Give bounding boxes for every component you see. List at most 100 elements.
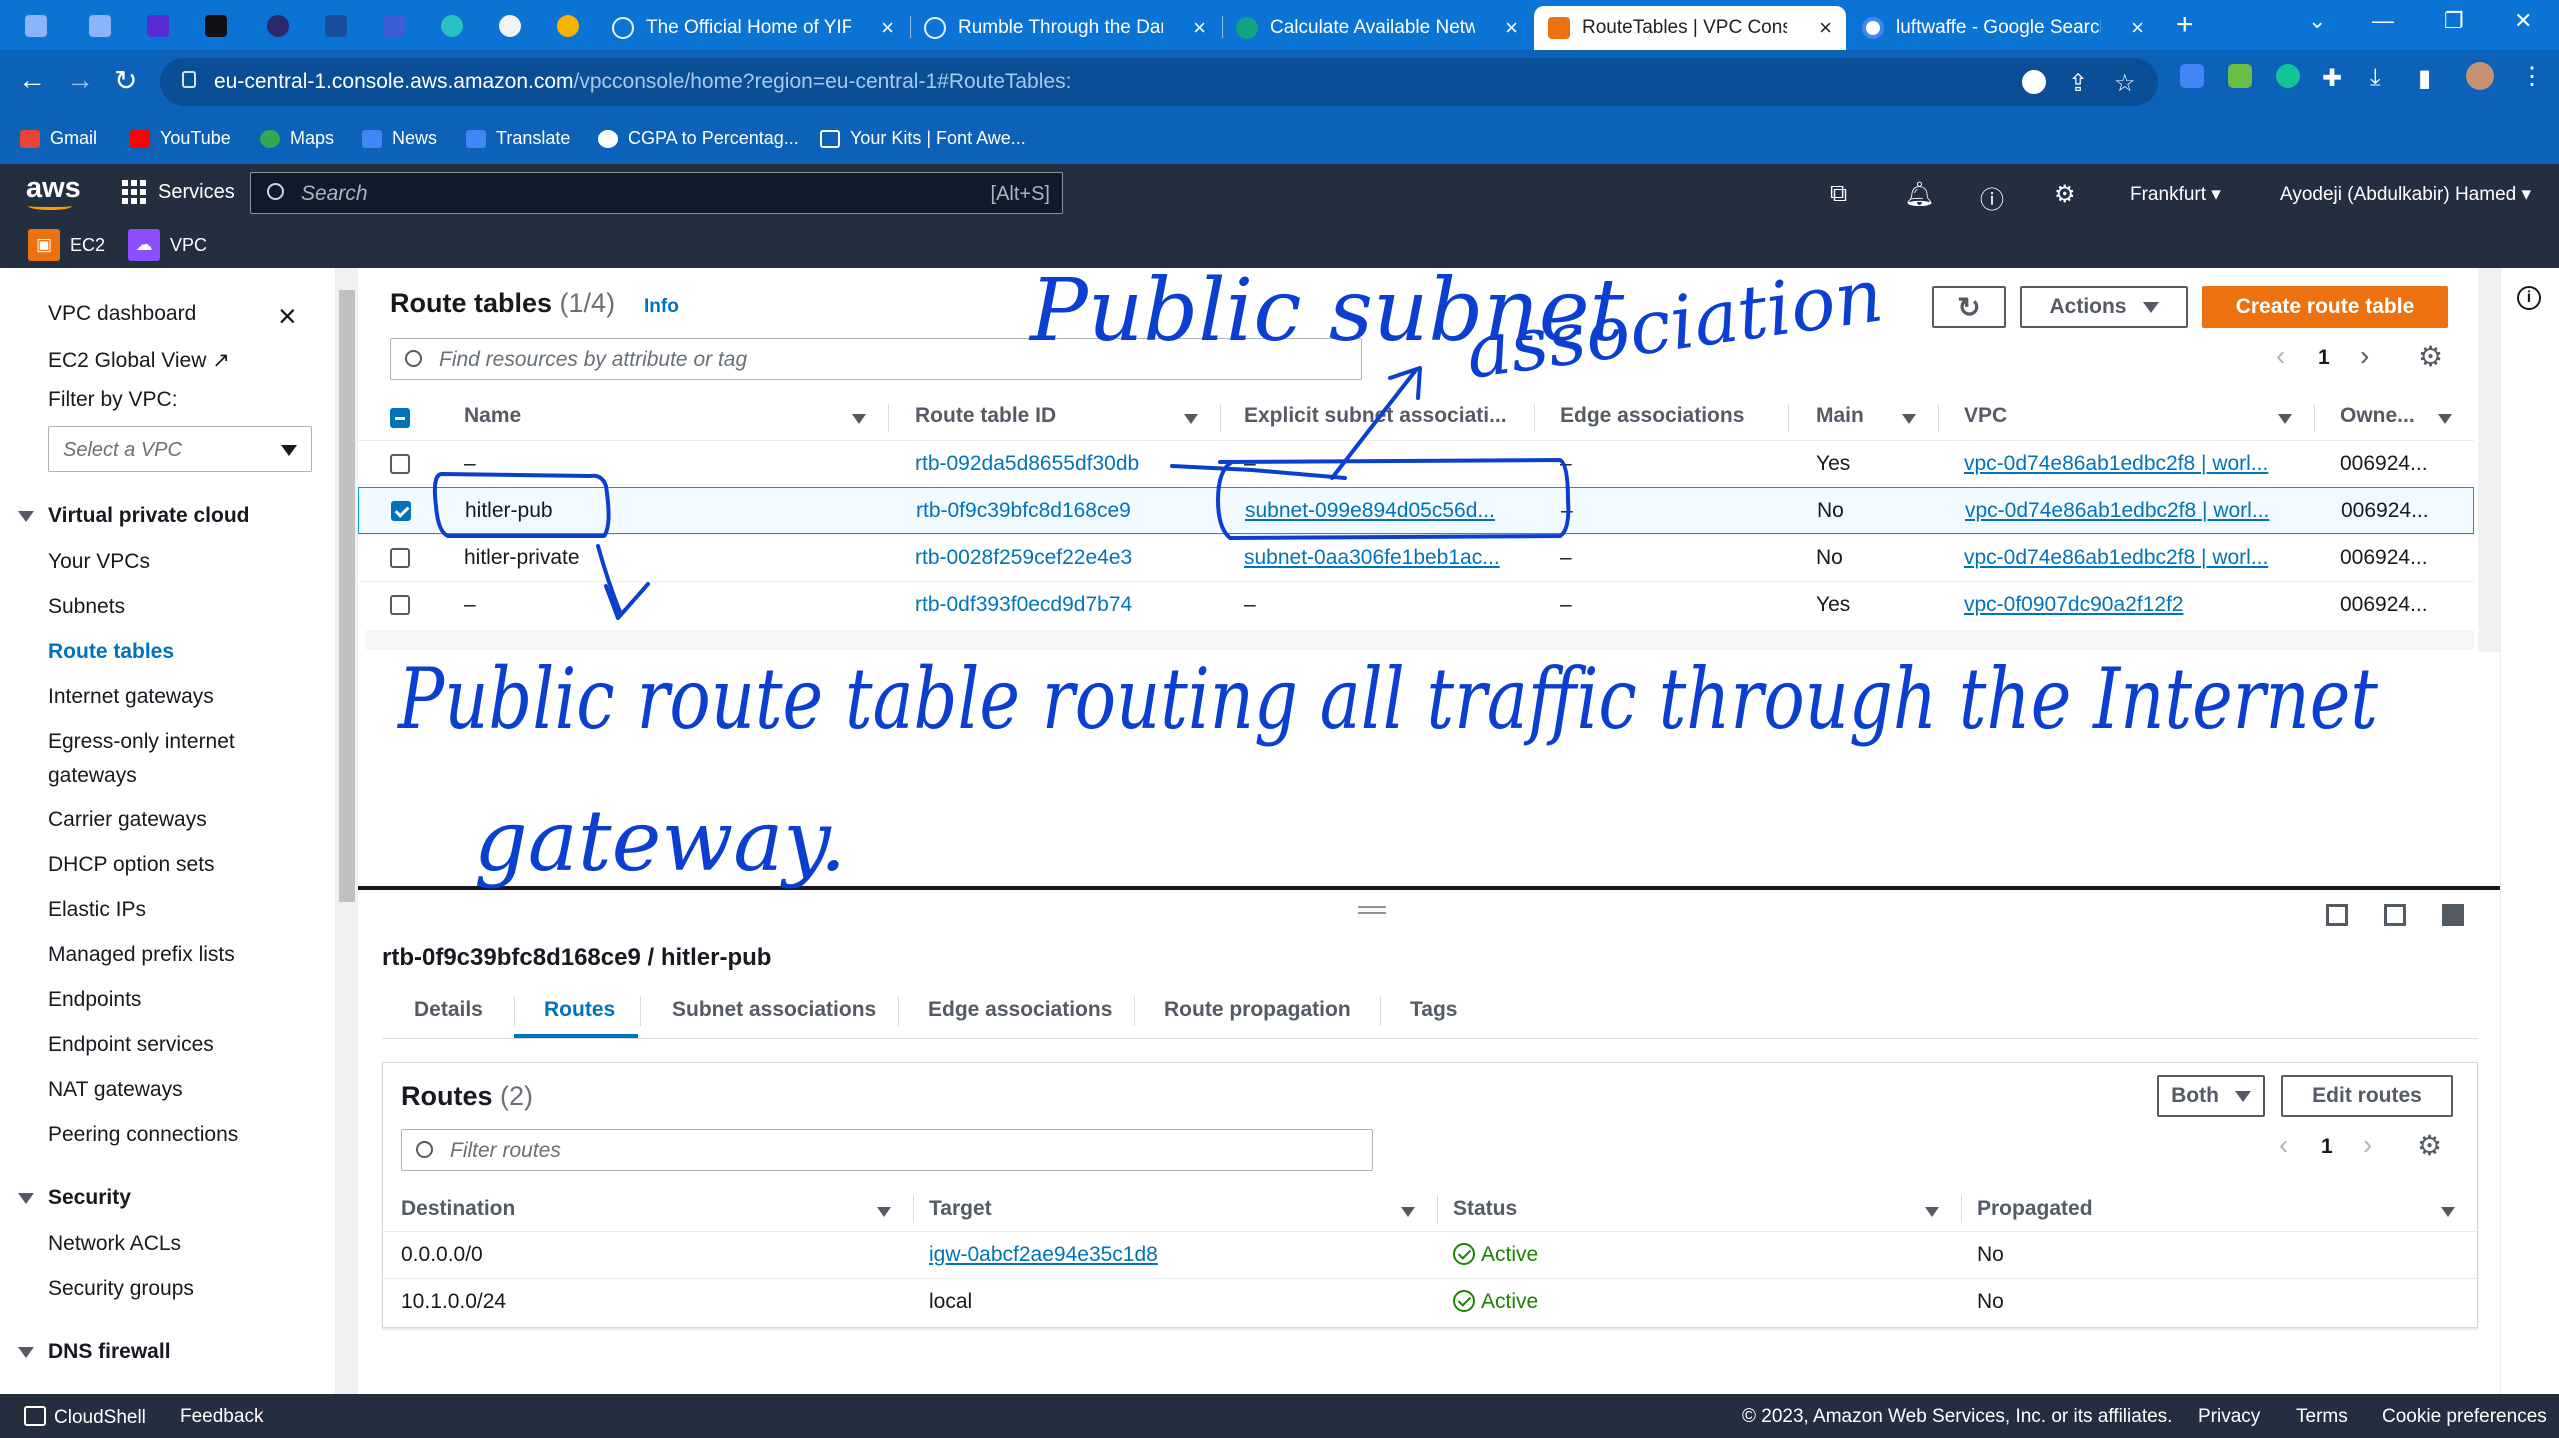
sort-icon[interactable] <box>852 414 866 424</box>
table-row[interactable]: hitler-private rtb-0028f259cef22e4e3 sub… <box>358 534 2474 581</box>
side-panel-icon[interactable]: ▮ <box>2418 64 2431 93</box>
column-header-status[interactable]: Status <box>1453 1197 1517 1221</box>
column-header-name[interactable]: Name <box>464 404 521 428</box>
sort-icon[interactable] <box>2278 414 2292 424</box>
panel-side-icon[interactable] <box>2384 904 2406 926</box>
cookie-preferences-link[interactable]: Cookie preferences <box>2382 1406 2547 1428</box>
account-menu[interactable]: Ayodeji (Abdulkabir) Hamed ▾ <box>2280 183 2531 206</box>
sidebar-item-vpc-dashboard[interactable]: VPC dashboard <box>48 302 196 326</box>
column-header-main[interactable]: Main <box>1816 404 1864 428</box>
pinned-tab-2[interactable] <box>84 10 116 42</box>
column-header-propagated[interactable]: Propagated <box>1977 1197 2093 1221</box>
bookmark-gmail[interactable]: Gmail <box>20 128 97 149</box>
sidebar-section-dns-firewall[interactable]: DNS firewall <box>18 1340 171 1364</box>
column-header-edge-associations[interactable]: Edge associations <box>1560 404 1744 428</box>
sort-icon[interactable] <box>1184 414 1198 424</box>
sort-icon[interactable] <box>1401 1207 1415 1217</box>
profile-avatar[interactable] <box>2466 62 2494 90</box>
minimize-icon[interactable]: — <box>2372 8 2394 34</box>
pinned-tab-1[interactable] <box>20 10 52 42</box>
column-header-target[interactable]: Target <box>929 1197 992 1221</box>
page-number[interactable]: 1 <box>2318 346 2330 370</box>
extension-icon[interactable] <box>2228 64 2252 88</box>
close-icon[interactable]: × <box>1505 15 1518 41</box>
terms-link[interactable]: Terms <box>2296 1406 2348 1428</box>
bookmark-translate[interactable]: Translate <box>466 128 570 149</box>
sidebar-item-managed-prefix-lists[interactable]: Managed prefix lists <box>48 943 235 967</box>
panel-full-icon[interactable] <box>2442 904 2464 926</box>
sidebar-item-route-tables[interactable]: Route tables <box>48 640 174 664</box>
sidebar-section-security[interactable]: Security <box>18 1186 131 1210</box>
table-row-selected[interactable]: hitler-pub rtb-0f9c39bfc8d168ce9 subnet-… <box>358 487 2474 534</box>
table-settings-gear-icon[interactable]: ⚙ <box>2418 340 2443 373</box>
sort-icon[interactable] <box>877 1207 891 1217</box>
pinned-tab-5[interactable] <box>262 10 294 42</box>
pinned-tab-6[interactable] <box>320 10 352 42</box>
feedback-link[interactable]: Feedback <box>180 1406 263 1428</box>
aws-logo[interactable]: aws <box>26 172 81 205</box>
row-checkbox[interactable] <box>390 548 410 568</box>
sidebar-item-security-groups[interactable]: Security groups <box>48 1277 194 1301</box>
address-bar[interactable]: eu-central-1.console.aws.amazon.com/vpcc… <box>160 58 2158 106</box>
next-page-icon[interactable]: › <box>2363 1129 2372 1161</box>
forward-icon[interactable]: → <box>66 64 94 96</box>
bookmark-maps[interactable]: Maps <box>260 128 334 149</box>
column-header-explicit-subnet[interactable]: Explicit subnet associati... <box>1244 404 1507 428</box>
table-row[interactable]: 10.1.0.0/24 local Active No <box>383 1278 2477 1325</box>
tab-route-propagation[interactable]: Route propagation <box>1164 998 1351 1022</box>
edit-routes-button[interactable]: Edit routes <box>2281 1075 2453 1117</box>
next-page-icon[interactable]: › <box>2360 340 2369 372</box>
help-icon[interactable]: ⓘ <box>1980 180 2004 215</box>
pinned-tab-9[interactable] <box>494 10 526 42</box>
back-icon[interactable]: ← <box>18 64 46 96</box>
sort-icon[interactable] <box>2441 1207 2455 1217</box>
create-route-table-button[interactable]: Create route table <box>2202 286 2448 328</box>
close-icon[interactable]: × <box>1819 15 1832 41</box>
aws-search-input[interactable]: Search [Alt+S] <box>250 172 1063 214</box>
scrollbar-thumb[interactable] <box>339 290 355 902</box>
sidebar-item-elastic-ips[interactable]: Elastic IPs <box>48 898 146 922</box>
pinned-tab-10[interactable] <box>552 10 584 42</box>
notifications-bell-icon[interactable]: 🔔︎ <box>1904 180 1934 209</box>
route-filter-select[interactable]: Both <box>2157 1075 2265 1117</box>
column-header-vpc[interactable]: VPC <box>1964 404 2007 428</box>
info-link[interactable]: Info <box>644 296 679 318</box>
vpc-filter-select[interactable]: Select a VPC <box>48 426 312 472</box>
pinned-tab-8[interactable] <box>436 10 468 42</box>
sidebar-item-carrier-gateways[interactable]: Carrier gateways <box>48 808 207 832</box>
sidebar-item-your-vpcs[interactable]: Your VPCs <box>48 550 150 574</box>
privacy-link[interactable]: Privacy <box>2198 1406 2260 1428</box>
close-icon[interactable]: × <box>1193 15 1206 41</box>
share-icon[interactable]: ⇪ <box>2068 69 2088 98</box>
restore-icon[interactable]: ❐ <box>2444 8 2464 34</box>
pinned-tab-4[interactable] <box>200 10 232 42</box>
browser-tab[interactable]: luftwaffe - Google Search × <box>1848 6 2158 50</box>
browser-tab[interactable]: Rumble Through the Dark × <box>910 6 1220 50</box>
tab-search-icon[interactable]: ⌄ <box>2308 8 2326 34</box>
main-scrollbar[interactable] <box>2478 268 2500 652</box>
row-checkbox[interactable] <box>391 501 411 521</box>
menu-dots-icon[interactable]: ⋮ <box>2520 62 2544 91</box>
sidebar-item-egress-only-cont[interactable]: gateways <box>48 764 137 788</box>
tab-subnet-associations[interactable]: Subnet associations <box>672 998 876 1022</box>
browser-tab-active[interactable]: RouteTables | VPC Console × <box>1534 6 1846 50</box>
refresh-button[interactable]: ↻ <box>1932 286 2006 328</box>
table-row[interactable]: 0.0.0.0/0 igw-0abcf2ae94e35c1d8 Active N… <box>383 1231 2477 1278</box>
column-header-owner[interactable]: Owne... <box>2340 404 2415 428</box>
page-number[interactable]: 1 <box>2321 1135 2333 1159</box>
favorite-ec2[interactable]: ▣ EC2 <box>28 229 105 261</box>
sidebar-scrollbar[interactable] <box>336 268 358 1394</box>
pinned-tab-7[interactable] <box>378 10 410 42</box>
favorite-vpc[interactable]: ☁ VPC <box>128 229 207 261</box>
cloudshell-icon[interactable]: ⧉ <box>1830 180 1847 208</box>
sidebar-item-internet-gateways[interactable]: Internet gateways <box>48 685 214 709</box>
sort-icon[interactable] <box>2438 414 2452 424</box>
table-row[interactable]: – rtb-0df393f0ecd9d7b74 – – Yes vpc-0f09… <box>358 581 2474 628</box>
bookmark-font-awesome[interactable]: Your Kits | Font Awe... <box>820 128 1026 149</box>
sidebar-item-egress-only[interactable]: Egress-only internet <box>48 730 235 754</box>
panel-bottom-icon[interactable] <box>2326 904 2348 926</box>
bookmark-star-icon[interactable]: ☆ <box>2114 69 2136 98</box>
info-icon[interactable]: i <box>2517 286 2541 310</box>
reload-icon[interactable]: ↻ <box>114 64 137 97</box>
tab-details[interactable]: Details <box>414 998 483 1022</box>
